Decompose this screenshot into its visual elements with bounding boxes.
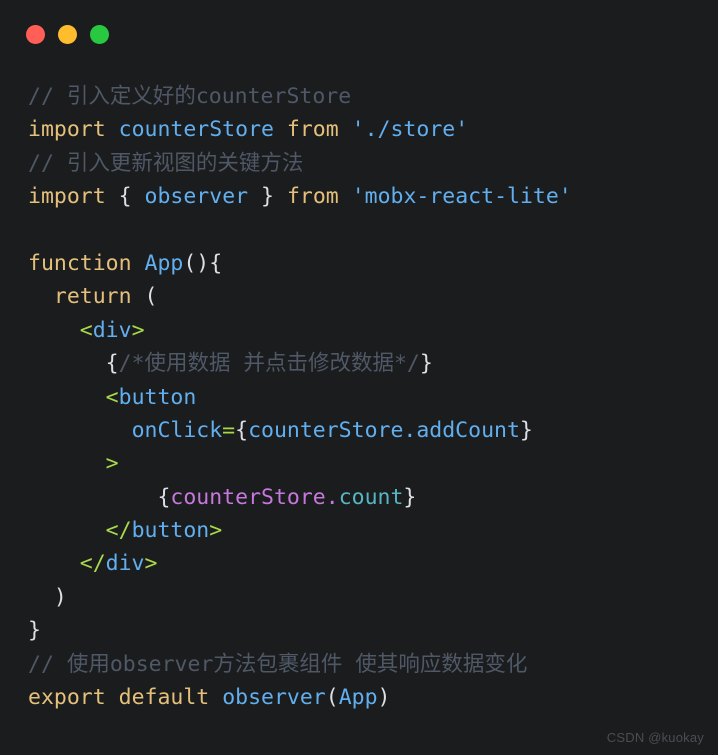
code-token-comment: // 引入定义好的counterStore bbox=[28, 84, 352, 109]
code-line: import { observer } from 'mobx-react-lit… bbox=[0, 180, 718, 213]
code-token-plain: } bbox=[403, 484, 417, 510]
code-token-ident: counterStore bbox=[118, 117, 274, 143]
code-token-keyword: import bbox=[28, 117, 106, 143]
code-token-plain: } bbox=[419, 351, 433, 377]
code-token-tag: div bbox=[105, 551, 145, 577]
code-token-ident: counterStore.addCount bbox=[248, 417, 520, 443]
code-line: <button bbox=[0, 381, 718, 414]
code-token-eq: = bbox=[222, 417, 236, 443]
code-token-tag: div bbox=[92, 317, 132, 343]
code-line: > bbox=[0, 447, 718, 480]
code-token-tag: button bbox=[131, 518, 210, 544]
code-token-comment: // 引入更新视图的关键方法 bbox=[28, 150, 304, 176]
code-token-plain: (){ bbox=[183, 250, 223, 276]
code-line: function App(){ bbox=[0, 247, 718, 280]
code-token-bracket: > bbox=[144, 551, 158, 577]
code-line: } bbox=[0, 614, 718, 647]
code-token-plain: { bbox=[118, 184, 132, 210]
code-token-plain: ) bbox=[377, 685, 391, 711]
code-token-tag: button bbox=[118, 384, 197, 410]
code-token-bracket: </ bbox=[79, 551, 106, 577]
code-token-bracket: > bbox=[105, 451, 119, 477]
code-line: onClick={counterStore.addCount} bbox=[0, 414, 718, 447]
code-token-plain: ( bbox=[325, 685, 339, 711]
code-line: </div> bbox=[0, 547, 718, 580]
code-token-bracket: > bbox=[209, 518, 223, 544]
code-token-plain: { bbox=[235, 417, 249, 443]
code-line: // 引入更新视图的关键方法 bbox=[0, 147, 718, 180]
code-token-plain: { bbox=[105, 351, 119, 377]
code-token-ident: observer bbox=[222, 685, 326, 711]
code-token-ident: App bbox=[338, 685, 378, 711]
code-block[interactable]: // 引入定义好的counterStore import counterStore… bbox=[0, 68, 718, 714]
code-line: <div> bbox=[0, 314, 718, 347]
code-line: import counterStore from './store' bbox=[0, 113, 718, 146]
code-token-plain: } bbox=[28, 618, 41, 644]
minimize-button[interactable] bbox=[58, 24, 77, 44]
code-token-attr: onClick bbox=[131, 417, 223, 443]
code-token-bracket: > bbox=[131, 317, 145, 343]
code-token-keyword: import bbox=[28, 184, 106, 210]
code-token-plain: { bbox=[157, 484, 171, 510]
code-line: {/*使用数据 并点击修改数据*/} bbox=[0, 347, 718, 380]
code-token-comment: // 使用observer方法包裹组件 使其响应数据变化 bbox=[28, 651, 528, 677]
code-token-purple: counterStore. bbox=[170, 484, 339, 510]
code-token-string: 'mobx-react-lite' bbox=[351, 184, 572, 210]
code-token-keyword: return bbox=[53, 284, 132, 310]
code-token-cyan: count bbox=[338, 484, 404, 510]
close-button[interactable] bbox=[26, 24, 45, 44]
code-token-bracket: < bbox=[105, 384, 119, 410]
code-line: // 使用observer方法包裹组件 使其响应数据变化 bbox=[0, 648, 718, 681]
code-token-comment: /*使用数据 并点击修改数据*/ bbox=[118, 351, 420, 377]
code-token-bracket: < bbox=[79, 317, 93, 343]
maximize-button[interactable] bbox=[90, 24, 109, 44]
code-token-keyword: from bbox=[286, 117, 339, 143]
code-token-keyword: from bbox=[286, 184, 339, 210]
traffic-light-buttons bbox=[26, 24, 109, 44]
window-titlebar bbox=[0, 0, 718, 68]
code-token-ident: observer bbox=[144, 184, 249, 210]
code-token-plain: } bbox=[519, 417, 533, 443]
code-line: </button> bbox=[0, 514, 718, 547]
code-token-keyword: export bbox=[28, 685, 106, 711]
code-line: ) bbox=[0, 581, 718, 614]
code-line: {counterStore.count} bbox=[0, 481, 718, 514]
code-token-plain: ) bbox=[53, 584, 67, 610]
code-token-string: './store' bbox=[351, 117, 469, 143]
code-line: return ( bbox=[0, 280, 718, 313]
code-token-keyword: function bbox=[28, 250, 132, 276]
code-line: export default observer(App) bbox=[0, 681, 718, 714]
code-token-plain: } bbox=[261, 184, 274, 210]
code-line: // 引入定义好的counterStore bbox=[0, 80, 718, 113]
watermark-label: CSDN @kuokay bbox=[606, 730, 704, 745]
code-token-keyword: default bbox=[118, 685, 210, 711]
code-token-ident: App bbox=[144, 250, 184, 276]
code-token-plain: ( bbox=[144, 284, 158, 310]
code-token-bracket: </ bbox=[105, 518, 132, 544]
code-snippet-window: // 引入定义好的counterStore import counterStore… bbox=[0, 0, 718, 755]
